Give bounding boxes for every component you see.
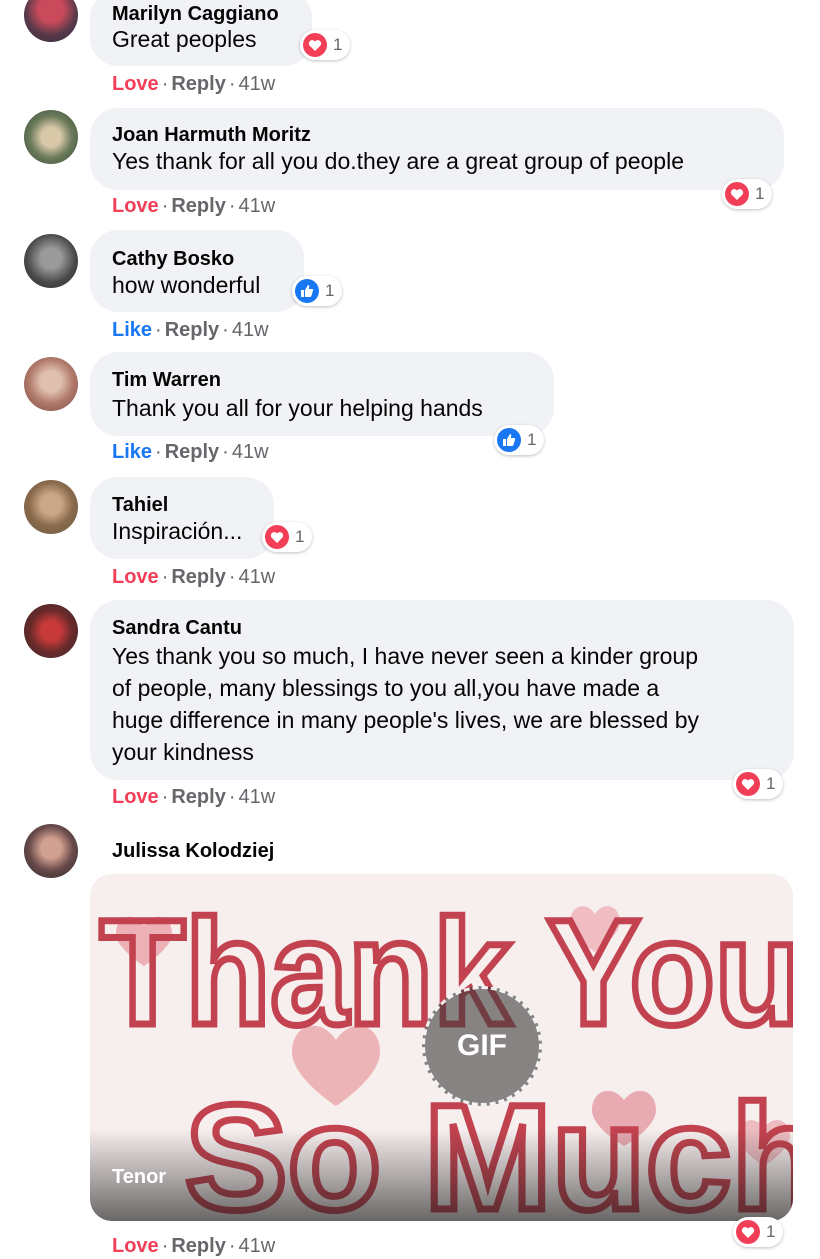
like-link[interactable]: Like: [112, 319, 152, 341]
commenter-name[interactable]: Sandra Cantu: [112, 617, 242, 640]
separator: ·: [222, 319, 229, 341]
reaction-count[interactable]: 1: [494, 425, 545, 455]
reaction-number: 1: [766, 1222, 776, 1241]
comment-text-line: Yes thank you so much, I have never seen…: [112, 643, 699, 669]
timestamp[interactable]: 41w: [239, 73, 276, 95]
comment-actions: Like · Reply · 41w: [112, 441, 269, 464]
separator: ·: [155, 319, 162, 341]
commenter-name[interactable]: Marilyn Caggiano: [112, 3, 279, 26]
comment-actions: Love · Reply · 41w: [112, 566, 275, 589]
separator: ·: [161, 786, 169, 808]
love-reaction-icon: [725, 182, 749, 206]
reaction-number: 1: [527, 430, 537, 449]
reaction-count[interactable]: 1: [733, 769, 784, 799]
reply-link[interactable]: Reply: [165, 441, 219, 463]
love-reaction-icon: [736, 772, 760, 796]
separator: ·: [161, 1235, 169, 1257]
like-link[interactable]: Like: [112, 441, 152, 463]
reply-link[interactable]: Reply: [171, 195, 225, 217]
reaction-number: 1: [325, 281, 335, 300]
reaction-number: 1: [755, 184, 765, 203]
avatar[interactable]: [24, 234, 78, 288]
gif-provider-label[interactable]: Tenor: [112, 1166, 166, 1189]
gif-play-badge[interactable]: GIF: [422, 986, 542, 1106]
comment-actions: Like · Reply · 41w: [112, 319, 269, 342]
timestamp[interactable]: 41w: [239, 566, 276, 588]
gif-overlay: [90, 1129, 793, 1221]
separator: ·: [228, 1235, 236, 1257]
separator: ·: [161, 566, 169, 588]
comment-text-line: your kindness: [112, 739, 254, 765]
avatar[interactable]: [24, 824, 78, 878]
love-link[interactable]: Love: [112, 1235, 159, 1257]
reaction-count[interactable]: 1: [262, 522, 313, 552]
reaction-number: 1: [295, 527, 305, 546]
love-link[interactable]: Love: [112, 566, 159, 588]
reaction-count[interactable]: 1: [733, 1217, 784, 1247]
avatar[interactable]: [24, 480, 78, 534]
timestamp[interactable]: 41w: [239, 1235, 276, 1257]
reply-link[interactable]: Reply: [165, 319, 219, 341]
reaction-count[interactable]: 1: [722, 179, 773, 209]
separator: ·: [222, 441, 229, 463]
comment-text: Yes thank for all you do.they are a grea…: [112, 148, 684, 174]
commenter-name[interactable]: Julissa Kolodziej: [112, 840, 274, 863]
timestamp[interactable]: 41w: [232, 319, 269, 341]
avatar[interactable]: [24, 0, 78, 42]
separator: ·: [161, 195, 169, 217]
love-link[interactable]: Love: [112, 73, 159, 95]
comment-text-line: huge difference in many people's lives, …: [112, 707, 699, 733]
love-link[interactable]: Love: [112, 786, 159, 808]
comment-actions: Love · Reply · 41w: [112, 195, 275, 218]
reaction-count[interactable]: 1: [292, 276, 343, 306]
commenter-name[interactable]: Tim Warren: [112, 369, 221, 392]
love-link[interactable]: Love: [112, 195, 159, 217]
reply-link[interactable]: Reply: [171, 1235, 225, 1257]
comment-text: how wonderful: [112, 272, 261, 298]
separator: ·: [155, 441, 162, 463]
reply-link[interactable]: Reply: [171, 786, 225, 808]
love-reaction-icon: [265, 525, 289, 549]
timestamp[interactable]: 41w: [232, 441, 269, 463]
avatar[interactable]: [24, 604, 78, 658]
reaction-number: 1: [333, 35, 343, 54]
commenter-name[interactable]: Cathy Bosko: [112, 248, 234, 271]
gif-attachment[interactable]: Thank You So Much GIF Tenor: [90, 874, 793, 1221]
avatar[interactable]: [24, 357, 78, 411]
avatar[interactable]: [24, 110, 78, 164]
reply-link[interactable]: Reply: [171, 73, 225, 95]
timestamp[interactable]: 41w: [239, 195, 276, 217]
timestamp[interactable]: 41w: [239, 786, 276, 808]
separator: ·: [228, 73, 236, 95]
like-reaction-icon: [497, 428, 521, 452]
comment-text-line: of people, many blessings to you all,you…: [112, 675, 660, 701]
love-reaction-icon: [736, 1220, 760, 1244]
comment-actions: Love · Reply · 41w: [112, 1235, 275, 1258]
comment-actions: Love · Reply · 41w: [112, 786, 275, 809]
reply-link[interactable]: Reply: [171, 566, 225, 588]
reaction-count[interactable]: 1: [300, 30, 351, 60]
like-reaction-icon: [295, 279, 319, 303]
separator: ·: [228, 566, 236, 588]
separator: ·: [228, 786, 236, 808]
love-reaction-icon: [303, 33, 327, 57]
comment-actions: Love · Reply · 41w: [112, 73, 275, 96]
comment-text: Thank you all for your helping hands: [112, 395, 483, 421]
commenter-name[interactable]: Joan Harmuth Moritz: [112, 124, 311, 147]
comment-text: Great peoples: [112, 26, 257, 52]
separator: ·: [228, 195, 236, 217]
separator: ·: [161, 73, 169, 95]
reaction-number: 1: [766, 774, 776, 793]
commenter-name[interactable]: Tahiel: [112, 494, 168, 517]
comment-text: Inspiración...: [112, 518, 243, 544]
